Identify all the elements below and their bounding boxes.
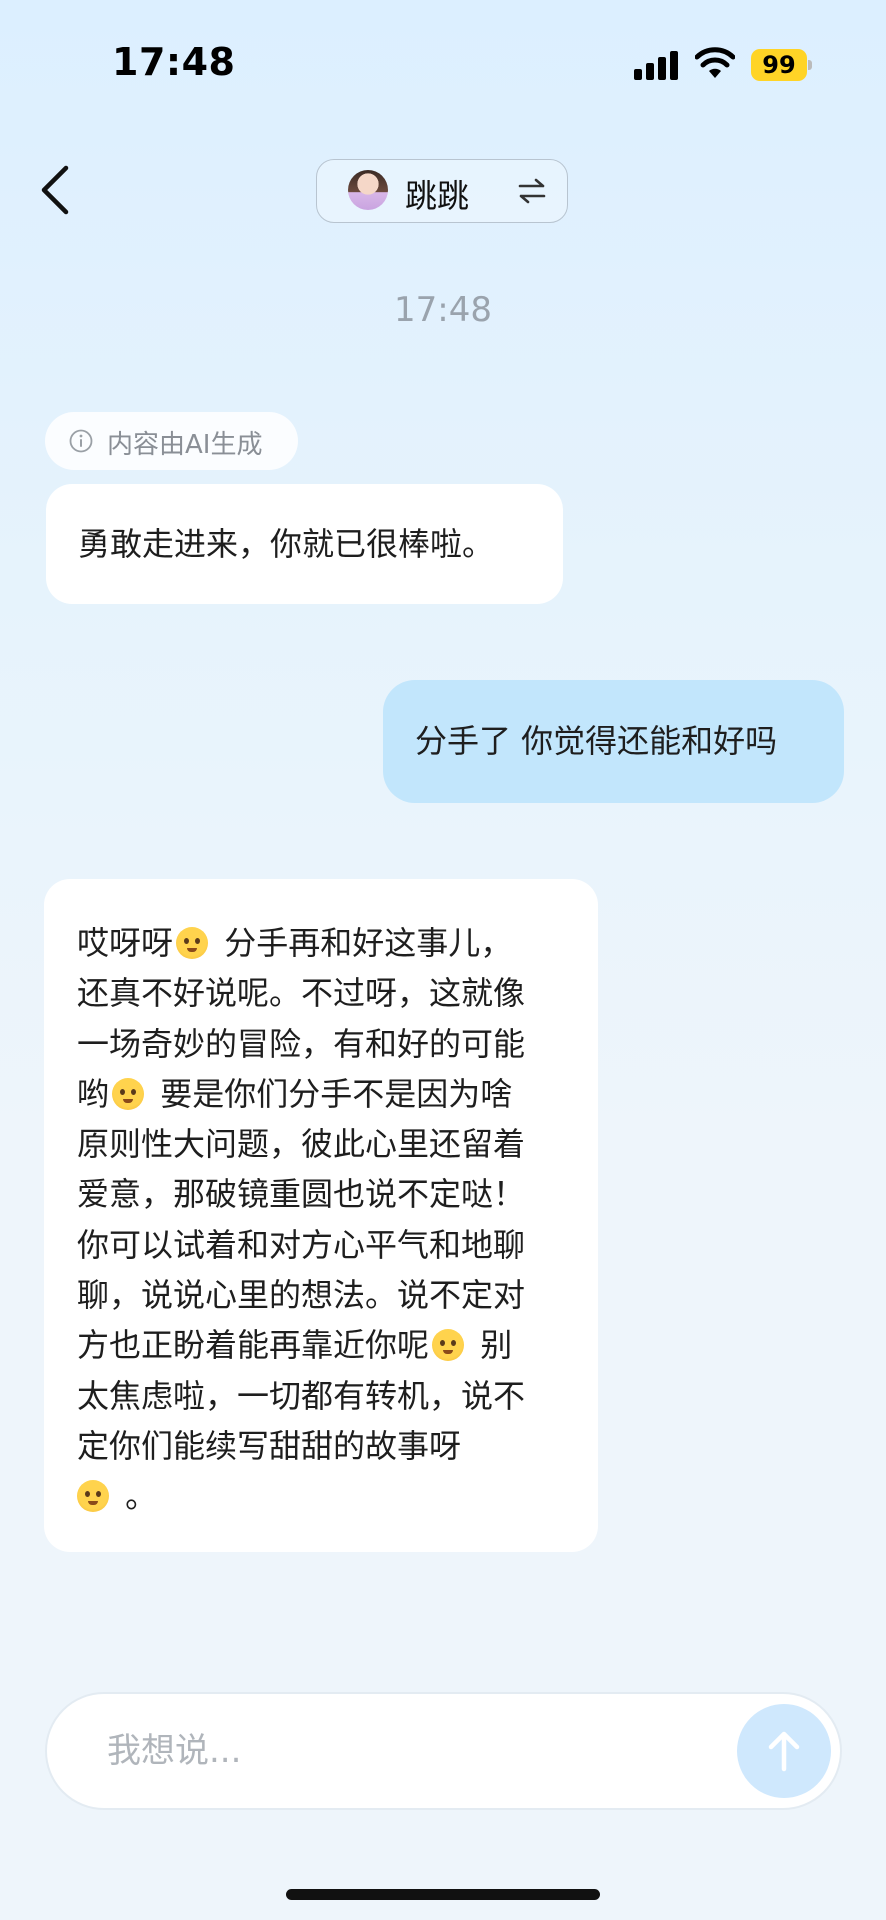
character-name: 跳跳 [405, 177, 470, 215]
cellular-signal-icon [634, 51, 678, 80]
message-line: 一场奇妙的冒险，有和好的可能 [77, 1024, 526, 1063]
blowing-kiss-emoji-icon [77, 1480, 109, 1513]
message-line: 原则性大问题，彼此心里还留着 [77, 1125, 526, 1164]
ai-generated-notice: 内容由AI生成 [45, 412, 298, 470]
message-line: 要是你们分手不是因为啥 [160, 1074, 513, 1113]
message-line: 爱意，那破镜重圆也说不定哒！ [77, 1175, 526, 1214]
bot-message-long: 哎呀呀 分手再和好这事儿， 还真不好说呢。不过呀，这就像 一场奇妙的冒险，有和好… [44, 879, 598, 1552]
message-line: 定你们能续写甜甜的故事呀 [77, 1426, 462, 1465]
message-line: 太焦虑啦，一切都有转机，说不 [77, 1376, 526, 1415]
ai-notice-text: 内容由AI生成 [107, 430, 263, 460]
battery-indicator: 99 [751, 49, 812, 81]
message-line: 。 [125, 1477, 158, 1516]
status-time: 17:48 [112, 40, 236, 84]
message-line: 方也正盼着能再靠近你呢 [77, 1326, 430, 1365]
message-line: 哎呀呀 [77, 924, 174, 962]
send-arrow-icon [768, 1731, 800, 1772]
wifi-icon [695, 47, 735, 78]
chat-timestamp: 17:48 [394, 290, 492, 330]
user-message: 分手了 你觉得还能和好吗 [383, 680, 844, 803]
pleading-face-emoji-icon [176, 927, 209, 959]
message-line: 哟 [77, 1074, 110, 1113]
message-input[interactable] [107, 1694, 667, 1808]
message-line: 还真不好说呢。不过呀，这就像 [77, 974, 526, 1013]
winking-face-emoji-icon [112, 1077, 145, 1110]
info-icon [69, 429, 93, 453]
kissing-face-emoji-icon [432, 1329, 465, 1362]
message-line: 分手再和好这事儿， [224, 924, 513, 962]
message-line: 别 [480, 1326, 513, 1365]
bot-message: 勇敢走进来，你就已很棒啦。 [46, 484, 563, 604]
message-input-bar [45, 1692, 842, 1810]
send-button[interactable] [737, 1704, 831, 1798]
battery-level: 99 [762, 51, 796, 79]
back-chevron-icon[interactable] [36, 160, 76, 220]
swap-arrows-icon [518, 178, 546, 204]
message-line: 聊，说说心里的想法。说不定对 [77, 1276, 526, 1315]
message-line: 你可以试着和对方心平气和地聊 [77, 1225, 526, 1264]
character-switcher[interactable]: 跳跳 [316, 159, 568, 223]
avatar [348, 170, 388, 210]
home-indicator[interactable] [286, 1889, 600, 1900]
